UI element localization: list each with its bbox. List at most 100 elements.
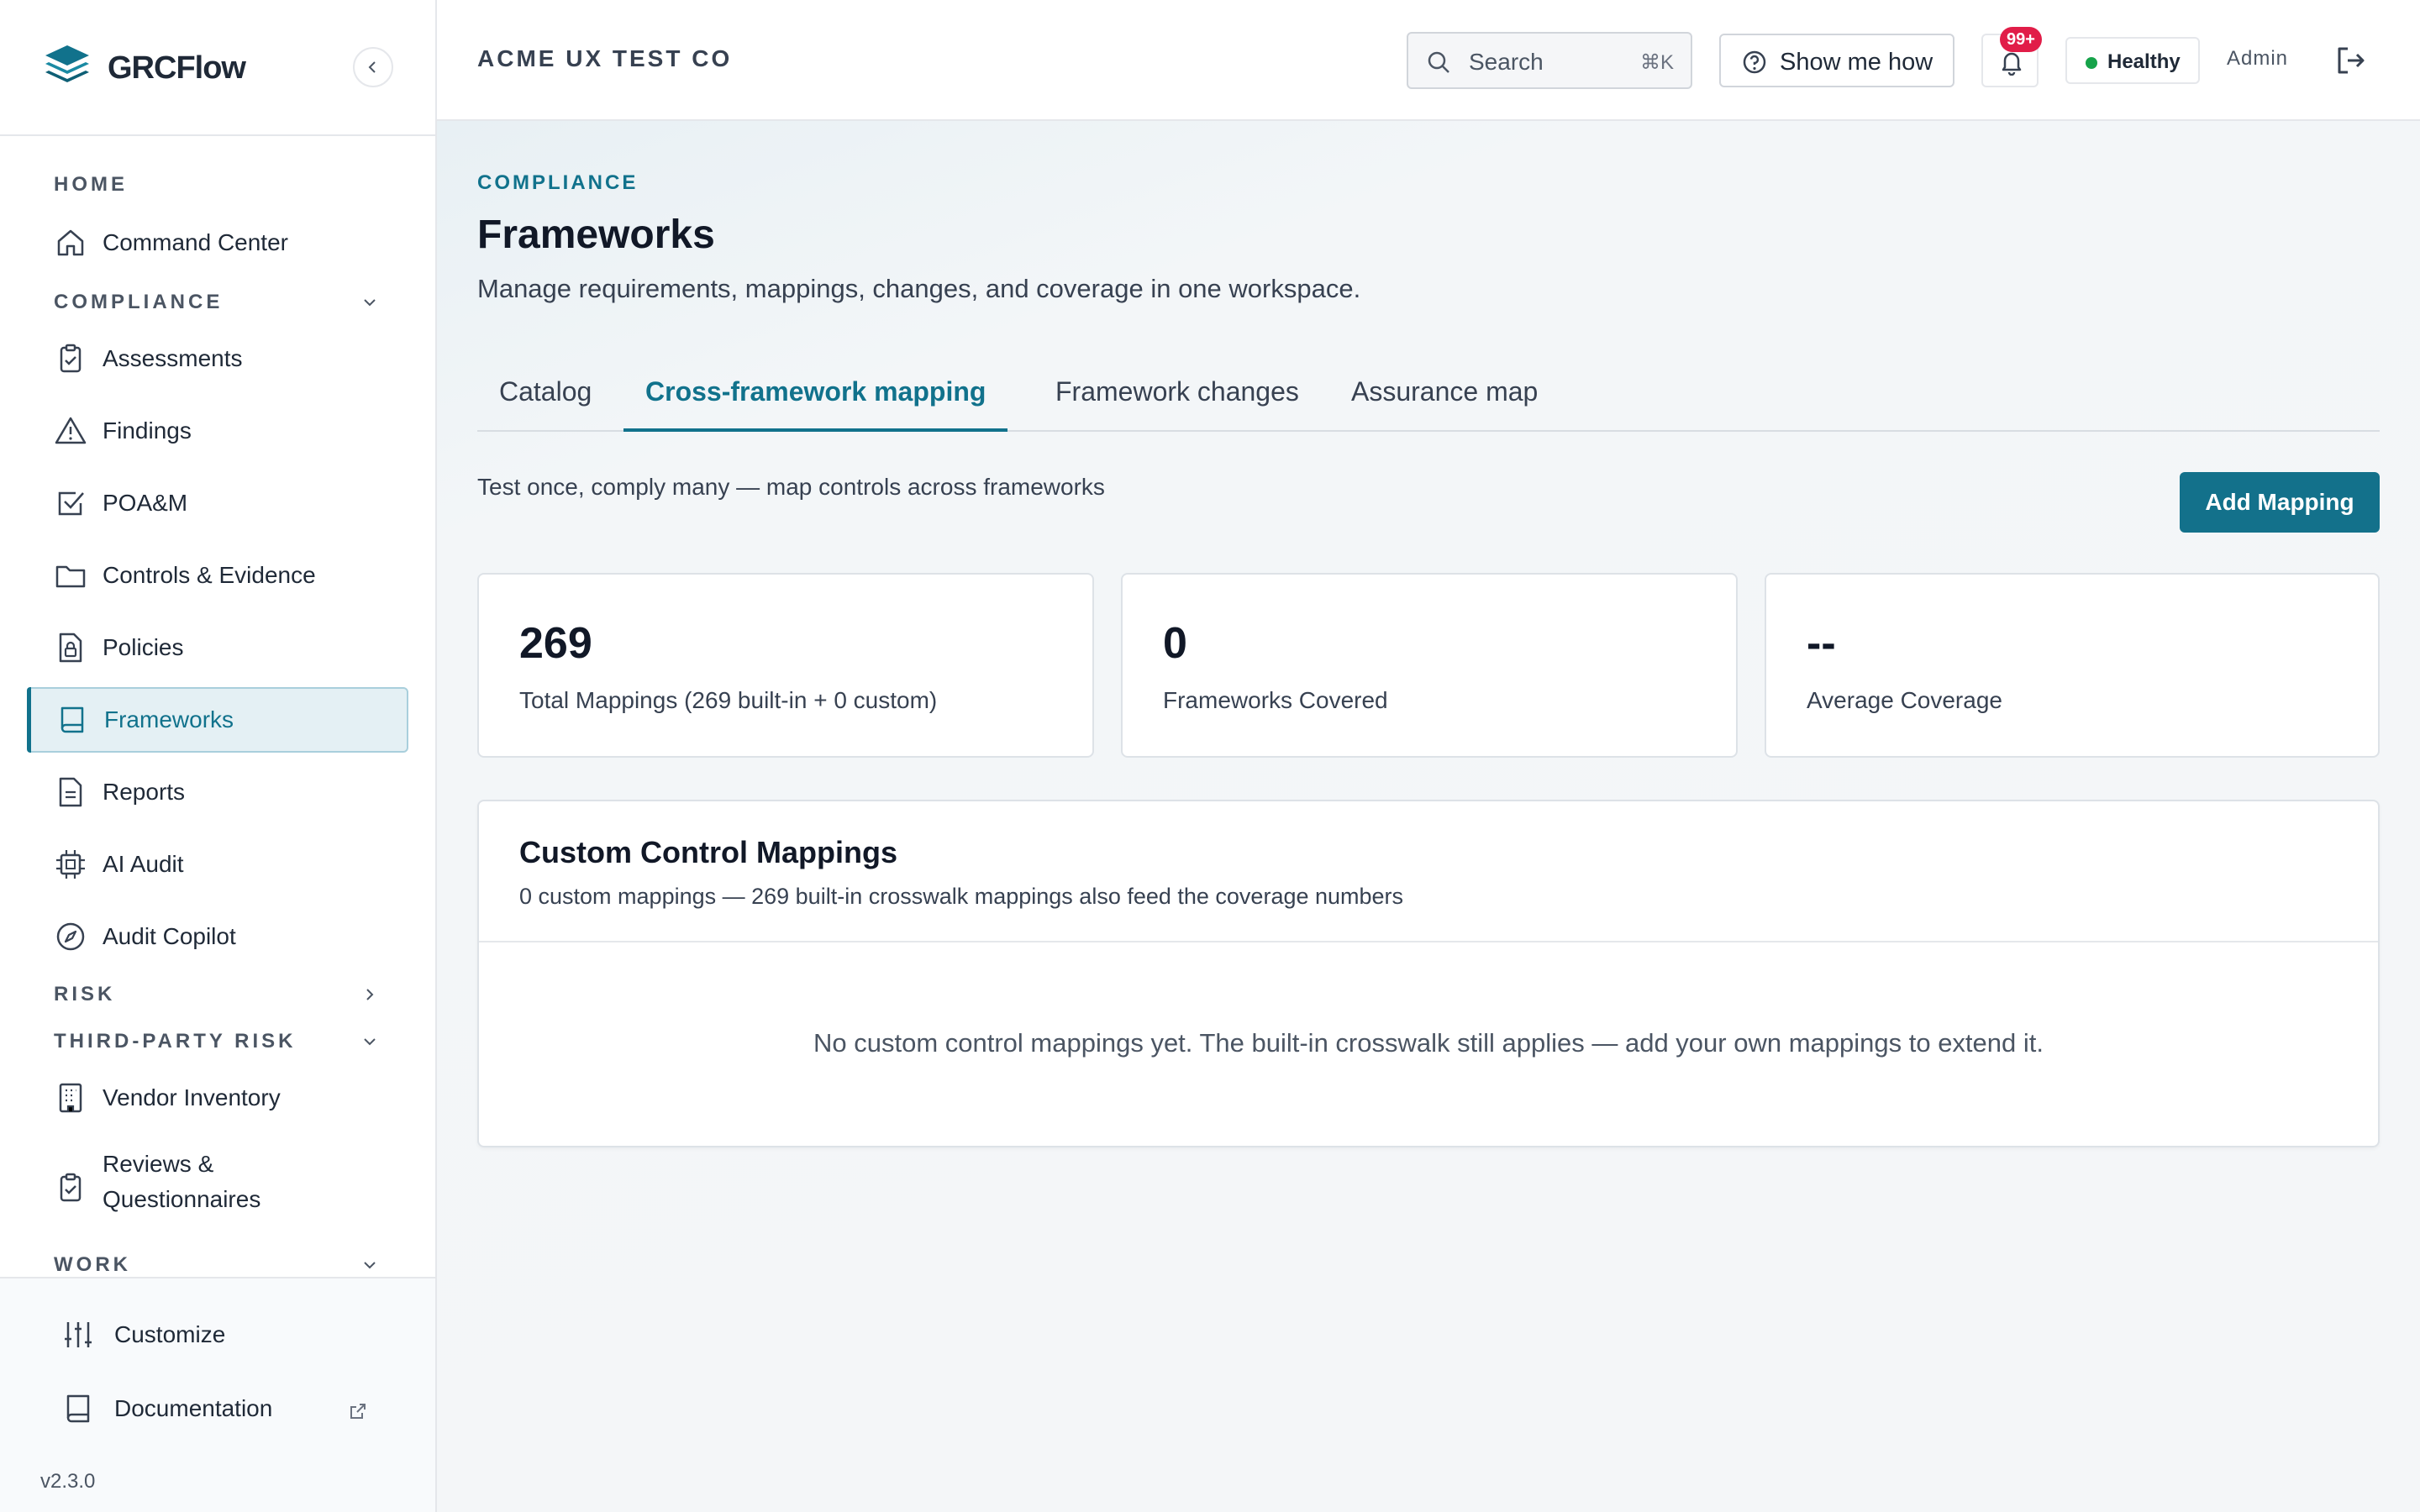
panel-subtitle: 0 custom mappings — 269 built-in crosswa… [519,884,1404,909]
sidebar-item-label: Assessments [103,345,243,371]
section-work: WORK [54,1253,131,1276]
stat-value: -- [1807,619,1836,668]
section-home: HOME [54,173,128,196]
section-compliance: COMPLIANCE [54,291,224,313]
sidebar-item-audit-copilot[interactable]: Audit Copilot [27,904,408,969]
section-tagline: Test once, comply many — map controls ac… [477,474,1105,500]
sidebar-nav: HOME Command Center COMPLIANCE Assessmen… [0,138,435,1277]
chevron-down-icon[interactable] [360,292,380,312]
stat-value: 0 [1163,619,1187,668]
sidebar: GRCFlow HOME Command Center COMPLIANCE A… [0,0,437,1512]
custom-mappings-panel: Custom Control Mappings 0 custom mapping… [477,800,2380,1147]
stat-card-average-coverage: -- Average Coverage [1765,573,2380,758]
sidebar-item-assessments[interactable]: Assessments [27,326,408,391]
show-me-how-label: Show me how [1780,49,1933,76]
add-mapping-button[interactable]: Add Mapping [2180,472,2380,533]
panel-header: Custom Control Mappings 0 custom mapping… [479,801,2378,942]
page-eyebrow: COMPLIANCE [477,171,639,194]
section-third-party-risk: THIRD-PARTY RISK [54,1030,297,1053]
notification-count-badge: 99+ [2000,27,2042,52]
clipboard-check-icon [60,1173,82,1202]
org-name: ACME UX TEST CO [477,45,733,71]
tab-cross-framework-mapping[interactable]: Cross-framework mapping [623,356,1008,432]
customize-button[interactable]: Customize [60,1317,225,1352]
chevron-right-icon[interactable] [360,984,380,1005]
panel-title: Custom Control Mappings [519,835,897,869]
customize-label: Customize [114,1321,226,1347]
file-text-icon [59,777,82,807]
folder-icon [55,565,86,588]
stat-label: Average Coverage [1807,687,2002,713]
empty-state-message: No custom control mappings yet. The buil… [813,1028,2044,1058]
page-title: Frameworks [477,213,715,257]
warning-icon [55,417,87,444]
health-status-label: Healthy [2107,50,2181,73]
sidebar-footer: Customize Documentation v2.3.0 [0,1277,435,1512]
show-me-how-button[interactable]: Show me how [1719,34,1954,87]
book-icon [66,1394,90,1423]
external-link-icon [350,1404,366,1419]
stat-value: 269 [519,619,592,668]
sidebar-item-label: Questionnaires [103,1186,261,1212]
stat-card-frameworks-covered: 0 Frameworks Covered [1121,573,1738,758]
sidebar-item-label: Findings [103,417,192,444]
compass-icon [56,922,85,951]
app-name: GRCFlow [108,50,246,86]
bell-icon [2002,52,2022,76]
chevron-left-icon [368,61,376,73]
sidebar-item-poam[interactable]: POA&M [27,470,408,536]
sidebar-item-label: Audit Copilot [103,923,236,949]
page-subtitle: Manage requirements, mappings, changes, … [477,274,1361,303]
sidebar-item-controls-evidence[interactable]: Controls & Evidence [27,543,408,608]
collapse-sidebar-button[interactable] [353,47,393,87]
stat-label: Frameworks Covered [1163,687,1388,713]
section-risk: RISK [54,983,116,1005]
logout-icon[interactable] [2333,42,2370,79]
search-icon [1428,51,1449,73]
book-icon [60,706,84,733]
search-input[interactable]: Search ⌘K [1407,32,1692,89]
sidebar-item-label: Reviews & [103,1151,214,1177]
home-icon [57,229,84,256]
file-lock-icon [59,633,82,663]
sidebar-item-label: Policies [103,634,184,660]
health-status-badge[interactable]: Healthy [2065,37,2200,84]
tab-bar: Catalog Cross-framework mapping Framewor… [477,356,2380,432]
sidebar-header: GRCFlow [0,0,435,136]
chevron-down-icon[interactable] [360,1255,380,1275]
documentation-link[interactable]: Documentation [60,1391,272,1426]
main-content: COMPLIANCE Frameworks Manage requirement… [437,121,2420,1512]
sidebar-item-label: AI Audit [103,851,184,877]
sidebar-item-vendor-inventory[interactable]: Vendor Inventory [27,1065,408,1131]
stat-label: Total Mappings (269 built-in + 0 custom) [519,687,938,713]
user-role: Admin [2227,47,2289,70]
sidebar-item-label: POA&M [103,490,188,516]
help-circle-icon [1743,50,1766,74]
search-shortcut: ⌘K [1639,51,1674,74]
sidebar-item-label: Reports [103,779,186,805]
sidebar-item-policies[interactable]: Policies [27,615,408,680]
stat-card-total-mappings: 269 Total Mappings (269 built-in + 0 cus… [477,573,1094,758]
tab-catalog[interactable]: Catalog [477,356,613,432]
search-placeholder: Search [1469,49,1544,75]
sidebar-item-command-center[interactable]: Command Center [27,210,408,276]
logo-icon [45,45,89,82]
sidebar-item-label: Command Center [103,229,288,255]
building-icon [59,1083,82,1113]
sidebar-item-ai-audit[interactable]: AI Audit [27,832,408,897]
chevron-down-icon[interactable] [360,1032,380,1052]
sliders-icon [65,1322,92,1347]
cpu-icon [56,850,85,879]
app-version: v2.3.0 [40,1470,96,1493]
tab-framework-changes[interactable]: Framework changes [1034,356,1321,432]
sidebar-item-findings[interactable]: Findings [27,398,408,464]
check-square-icon [58,491,84,516]
sidebar-item-label: Vendor Inventory [103,1084,281,1110]
tab-assurance-map[interactable]: Assurance map [1329,356,1560,432]
topbar: ACME UX TEST CO Search ⌘K Show me how 99… [437,0,2420,121]
sidebar-item-reviews-questionnaires[interactable]: Reviews & Questionnaires [27,1137,408,1238]
sidebar-item-frameworks[interactable]: Frameworks [27,687,408,753]
sidebar-item-label: Controls & Evidence [103,562,316,588]
documentation-label: Documentation [114,1395,273,1421]
sidebar-item-reports[interactable]: Reports [27,759,408,825]
